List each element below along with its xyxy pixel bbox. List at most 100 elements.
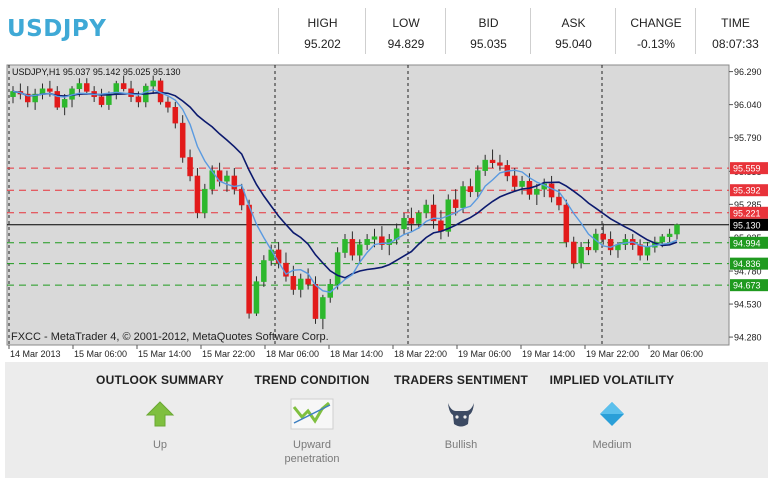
candle-body [600,233,606,240]
candle-body [261,260,267,282]
candle-body [416,212,422,224]
candle-body [666,233,673,237]
quote-value: 08:07:33 [712,37,759,51]
candle-body [401,217,407,230]
candle-body [320,297,326,319]
quote-value: 94.829 [387,37,425,51]
candle-body [120,83,127,90]
quote-header: USDJPY HIGH 95.202 LOW 94.829 BID 95.035… [0,0,774,62]
price-tick-label: 94.530 [734,300,762,310]
time-tick-label: 18 Mar 14:00 [330,349,383,358]
quote-bid: BID 95.035 [445,8,531,54]
candle-body [644,247,651,256]
time-tick-label: 18 Mar 22:00 [394,349,447,358]
candle-body [342,239,348,253]
quote-label: ASK [561,16,586,30]
symbol-title: USDJPY [7,16,107,42]
trend-condition: TREND CONDITION Upward penetration [237,362,387,466]
candle-body [202,188,208,214]
candle-body [150,80,156,87]
candle-body [519,180,525,187]
chart-watermark: FXCC - MetaTrader 4, © 2001-2012, MetaQu… [11,331,329,343]
candle-body [98,96,105,105]
candle-body [659,236,665,243]
candle-body [563,204,570,243]
quote-label: TIME [721,16,750,30]
candle-body [438,220,444,232]
candle-body [224,175,230,182]
quote-value: 95.202 [304,37,341,51]
candle-body [194,175,201,214]
candle-body [165,101,171,108]
candle-body [371,236,378,240]
quote-high: HIGH 95.202 [278,8,366,54]
quote-low: LOW 94.829 [365,8,446,54]
candle-body [305,278,311,285]
candle-body [460,186,466,208]
candle-body [106,93,112,105]
indicator-title: TREND CONDITION [254,373,370,387]
trend-chart-icon [290,397,334,431]
candle-body [364,239,370,245]
candle-body [452,199,459,208]
candle-body [253,281,260,314]
traders-sentiment: TRADERS SENTIMENT Bullish [386,362,536,452]
candle-body [534,188,540,195]
indicator-title: TRADERS SENTIMENT [393,373,529,387]
level-tag-label: 95.559 [733,164,761,174]
price-chart[interactable]: USDJPY,H1 95.037 95.142 95.025 95.130 FX… [5,63,768,359]
time-tick-label: 20 Mar 06:00 [650,349,703,358]
candle-body [607,239,614,251]
candle-body [674,224,680,235]
level-tag-label: 95.130 [733,220,761,230]
time-tick-label: 19 Mar 06:00 [458,349,511,358]
quote-value: 95.040 [555,37,592,51]
level-tag-label: 95.392 [733,186,761,196]
candle-body [172,107,179,124]
candle-body [246,204,252,314]
candle-body [482,159,488,171]
time-tick-label: 19 Mar 22:00 [586,349,639,358]
indicator-panel: OUTLOOK SUMMARY Up TREND CONDITION Upwar… [5,362,768,478]
quote-label: BID [478,16,499,30]
price-axis: 96.29096.04095.79095.53595.28595.03594.7… [729,67,762,343]
up-arrow-icon [143,397,177,431]
price-tick-label: 95.790 [734,133,762,143]
volatility-diamond-icon [595,397,629,431]
chart-svg: USDJPY,H1 95.037 95.142 95.025 95.130 FX… [5,63,768,359]
candle-body [423,204,429,214]
price-tick-label: 96.040 [734,100,762,110]
indicator-value: Bullish [444,439,478,451]
level-tag-label: 94.673 [733,281,761,291]
candle-body [585,247,592,251]
candle-body [297,278,304,290]
time-tick-label: 14 Mar 2013 [10,349,61,358]
level-tag-label: 95.221 [733,208,761,218]
implied-volatility: IMPLIED VOLATILITY Medium [537,362,687,452]
quote-value: -0.13% [636,37,676,51]
level-tag-label: 94.836 [733,259,761,269]
level-tag-label: 94.994 [733,238,761,248]
candle-body [61,99,68,108]
plot-area [6,64,730,346]
indicator-title: OUTLOOK SUMMARY [96,373,224,387]
indicator-value: Upward penetration [284,439,340,465]
quote-label: HIGH [307,16,338,30]
quote-label: CHANGE [630,16,682,30]
outlook-summary: OUTLOOK SUMMARY Up [85,362,235,452]
candle-body [334,252,341,285]
candle-body [467,186,474,193]
quote-ask: ASK 95.040 [530,8,616,54]
quote-change: CHANGE -0.13% [615,8,696,54]
candle-body [489,159,496,163]
price-tick-label: 96.290 [734,67,762,77]
candle-body [84,83,90,92]
indicator-title: IMPLIED VOLATILITY [549,373,675,387]
candle-body [47,88,53,92]
bull-icon [444,397,478,431]
price-tick-label: 94.280 [734,333,762,343]
candle-body [408,217,415,224]
time-tick-label: 19 Mar 14:00 [522,349,575,358]
candle-body [312,283,319,319]
indicator-value: Medium [592,439,632,451]
